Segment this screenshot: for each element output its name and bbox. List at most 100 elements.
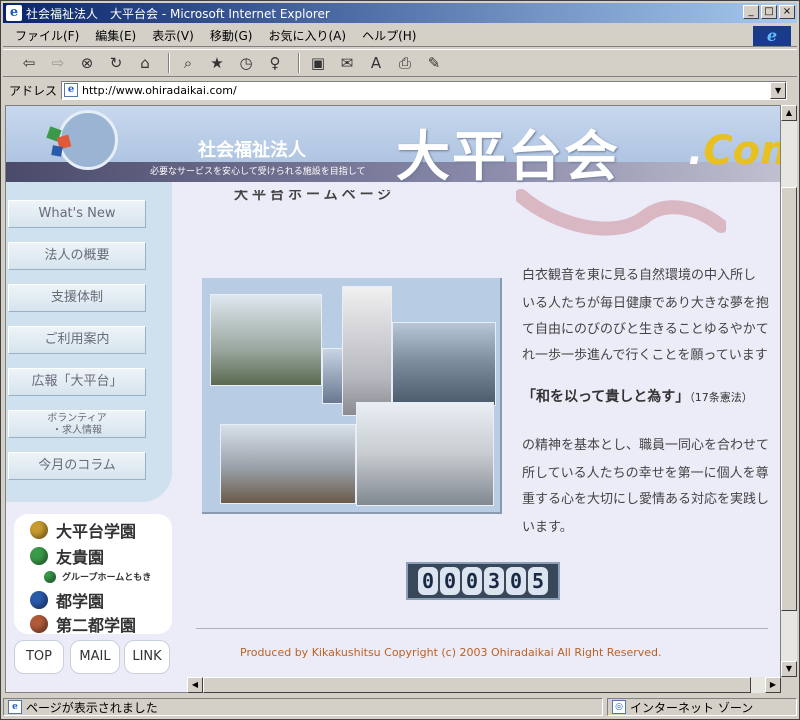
philosophy-line: 所している人たちの幸せを第一に個人を尊 — [522, 466, 769, 481]
search-icon[interactable]: ⌕ — [176, 52, 200, 74]
minimize-button[interactable]: _ — [743, 5, 759, 19]
window-title: 社会福祉法人 大平台会 - Microsoft Internet Explore… — [26, 6, 330, 21]
forward-icon[interactable]: ⇨ — [46, 52, 70, 74]
facility-link[interactable]: 第二都学園 — [30, 612, 136, 636]
menu-help[interactable]: ヘルプ(H) — [362, 27, 416, 44]
facility-link[interactable]: 友貴園 — [30, 544, 104, 568]
maximize-button[interactable]: □ — [761, 5, 777, 19]
counter-digit: 5 — [528, 567, 548, 595]
menu-edit[interactable]: 編集(E) — [95, 27, 136, 44]
site-name: 大平台会 — [396, 125, 620, 188]
scroll-down-icon[interactable]: ▼ — [781, 661, 797, 677]
facility-label: 大平台学園 — [56, 522, 137, 541]
intro-line: いる人たちが毎日健康であり大きな夢を抱 — [522, 296, 769, 311]
counter-digit: 0 — [506, 567, 526, 595]
content-title: 大平台ホームページ — [234, 187, 396, 203]
horizontal-scroll-thumb[interactable] — [203, 677, 751, 693]
address-dropdown-icon[interactable]: ▼ — [770, 81, 787, 99]
refresh-icon[interactable]: ↻ — [104, 52, 128, 74]
nav-volunteer-line2: ・求人情報 — [52, 425, 102, 436]
edit-icon[interactable]: ✎ — [422, 52, 446, 74]
photo-trees — [210, 294, 322, 386]
site-domain: .Com — [688, 128, 780, 174]
nav-newsletter[interactable]: 広報「大平台」 — [8, 368, 146, 396]
horizontal-scrollbar[interactable]: ◀ ▶ — [187, 677, 781, 693]
nav-about[interactable]: 法人の概要 — [8, 242, 146, 270]
back-icon[interactable]: ⇦ — [17, 52, 41, 74]
fullscreen-icon[interactable]: ▣ — [306, 52, 330, 74]
counter-digit: 0 — [462, 567, 482, 595]
nav-usage-guide[interactable]: ご利用案内 — [8, 326, 146, 354]
facility-link[interactable]: 都学園 — [30, 588, 104, 612]
security-zone: ◎ インターネット ゾーン — [607, 698, 797, 716]
ball-icon — [30, 615, 48, 633]
address-bar: アドレス e http://www.ohiradaikai.com/ ▼ — [3, 79, 797, 101]
browser-window: e 社会福祉法人 大平台会 - Microsoft Internet Explo… — [0, 0, 800, 720]
facility-label: 友貴園 — [56, 548, 105, 567]
ie-logo-icon: e — [753, 26, 791, 46]
title-bar: e 社会福祉法人 大平台会 - Microsoft Internet Explo… — [3, 3, 797, 23]
counter-digit: 0 — [440, 567, 460, 595]
vertical-scroll-thumb[interactable] — [781, 187, 797, 611]
link-button[interactable]: LINK — [124, 640, 170, 674]
philosophy-line: 重する心を大切にし愛情ある対応を実践し — [522, 492, 770, 507]
banner-tagline: 必要なサービスを安心して受けられる施設を目指して — [150, 167, 366, 177]
page-viewport: 社会福祉法人 必要なサービスを安心して受けられる施設を目指して 大平台会 .Co… — [5, 105, 781, 693]
favorites-icon[interactable]: ★ — [205, 52, 229, 74]
logo-square-icon — [51, 145, 63, 157]
ball-icon — [30, 547, 48, 565]
stop-icon[interactable]: ⊗ — [75, 52, 99, 74]
page-icon: e — [64, 83, 79, 97]
ball-icon — [30, 521, 48, 539]
nav-support[interactable]: 支援体制 — [8, 284, 146, 312]
scroll-left-icon[interactable]: ◀ — [187, 677, 203, 693]
philosophy-line: います。 — [522, 520, 573, 535]
menu-view[interactable]: 表示(V) — [152, 27, 194, 44]
photo-garden — [220, 424, 356, 504]
top-button[interactable]: TOP — [14, 640, 64, 674]
banner-stripe — [6, 162, 780, 182]
visitor-counter: 0 0 0 3 0 5 — [406, 562, 560, 600]
facility-link[interactable]: 大平台学園 — [30, 518, 136, 542]
nav-volunteer-jobs[interactable]: ボランティア ・求人情報 — [8, 410, 146, 438]
toolbar-separator — [298, 53, 300, 73]
motto-text: 「和を以って貴しと為す」 — [522, 389, 690, 405]
address-url[interactable]: http://www.ohiradaikai.com/ — [82, 84, 237, 97]
mail-icon[interactable]: ✉ — [335, 52, 359, 74]
scroll-up-icon[interactable]: ▲ — [781, 105, 797, 121]
side-navigation: What's New 法人の概要 支援体制 ご利用案内 広報「大平台」 ボランテ… — [6, 182, 172, 502]
status-message: e ページが表示されました — [3, 698, 603, 716]
facility-link[interactable]: グループホームともき — [44, 570, 151, 583]
scroll-right-icon[interactable]: ▶ — [765, 677, 781, 693]
menu-go[interactable]: 移動(G) — [210, 27, 253, 44]
nav-column[interactable]: 今月のコラム — [8, 452, 146, 480]
motto-note: （17条憲法） — [689, 391, 753, 404]
domain-om: om — [732, 128, 780, 174]
internet-zone-icon: ◎ — [612, 700, 626, 714]
philosophy-line: の精神を基本とし、職員一同心を合わせて — [522, 438, 770, 453]
intro-line: て自由にのびのびと生きることゆるやかて — [522, 322, 769, 337]
mail-button[interactable]: MAIL — [70, 640, 120, 674]
print-icon[interactable]: ⎙ — [393, 52, 417, 74]
toolbar: ⇦ ⇨ ⊗ ↻ ⌂ ⌕ ★ ◷ ♀ ▣ ✉ A ⎙ ✎ — [3, 49, 797, 77]
vertical-scrollbar[interactable]: ▲ ▼ — [781, 105, 797, 677]
menu-favorites[interactable]: お気に入り(A) — [268, 27, 346, 44]
domain-c: C — [703, 128, 733, 174]
font-icon[interactable]: A — [364, 52, 388, 74]
ball-icon — [30, 591, 48, 609]
nav-whats-new[interactable]: What's New — [8, 200, 146, 228]
menu-file[interactable]: ファイル(F) — [15, 27, 79, 44]
home-icon[interactable]: ⌂ — [133, 52, 157, 74]
site-banner: 社会福祉法人 必要なサービスを安心して受けられる施設を目指して 大平台会 .Co… — [6, 106, 780, 188]
photo-main-building — [356, 402, 494, 506]
copyright-footer: Produced by Kikakushitsu Copyright (c) 2… — [240, 646, 662, 659]
facility-label: 第二都学園 — [56, 616, 137, 635]
close-button[interactable]: × — [779, 5, 795, 19]
intro-line: れ一歩一歩進んで行くことを願っています — [522, 348, 768, 363]
photo-kannon-statue — [342, 286, 392, 416]
address-input[interactable]: e http://www.ohiradaikai.com/ ▼ — [61, 80, 788, 100]
corp-label: 社会福祉法人 — [198, 140, 306, 161]
channels-icon[interactable]: ♀ — [263, 52, 287, 74]
facility-links: 大平台学園 友貴園 グループホームともき 都学園 第二都学園 — [14, 514, 172, 636]
history-icon[interactable]: ◷ — [234, 52, 258, 74]
